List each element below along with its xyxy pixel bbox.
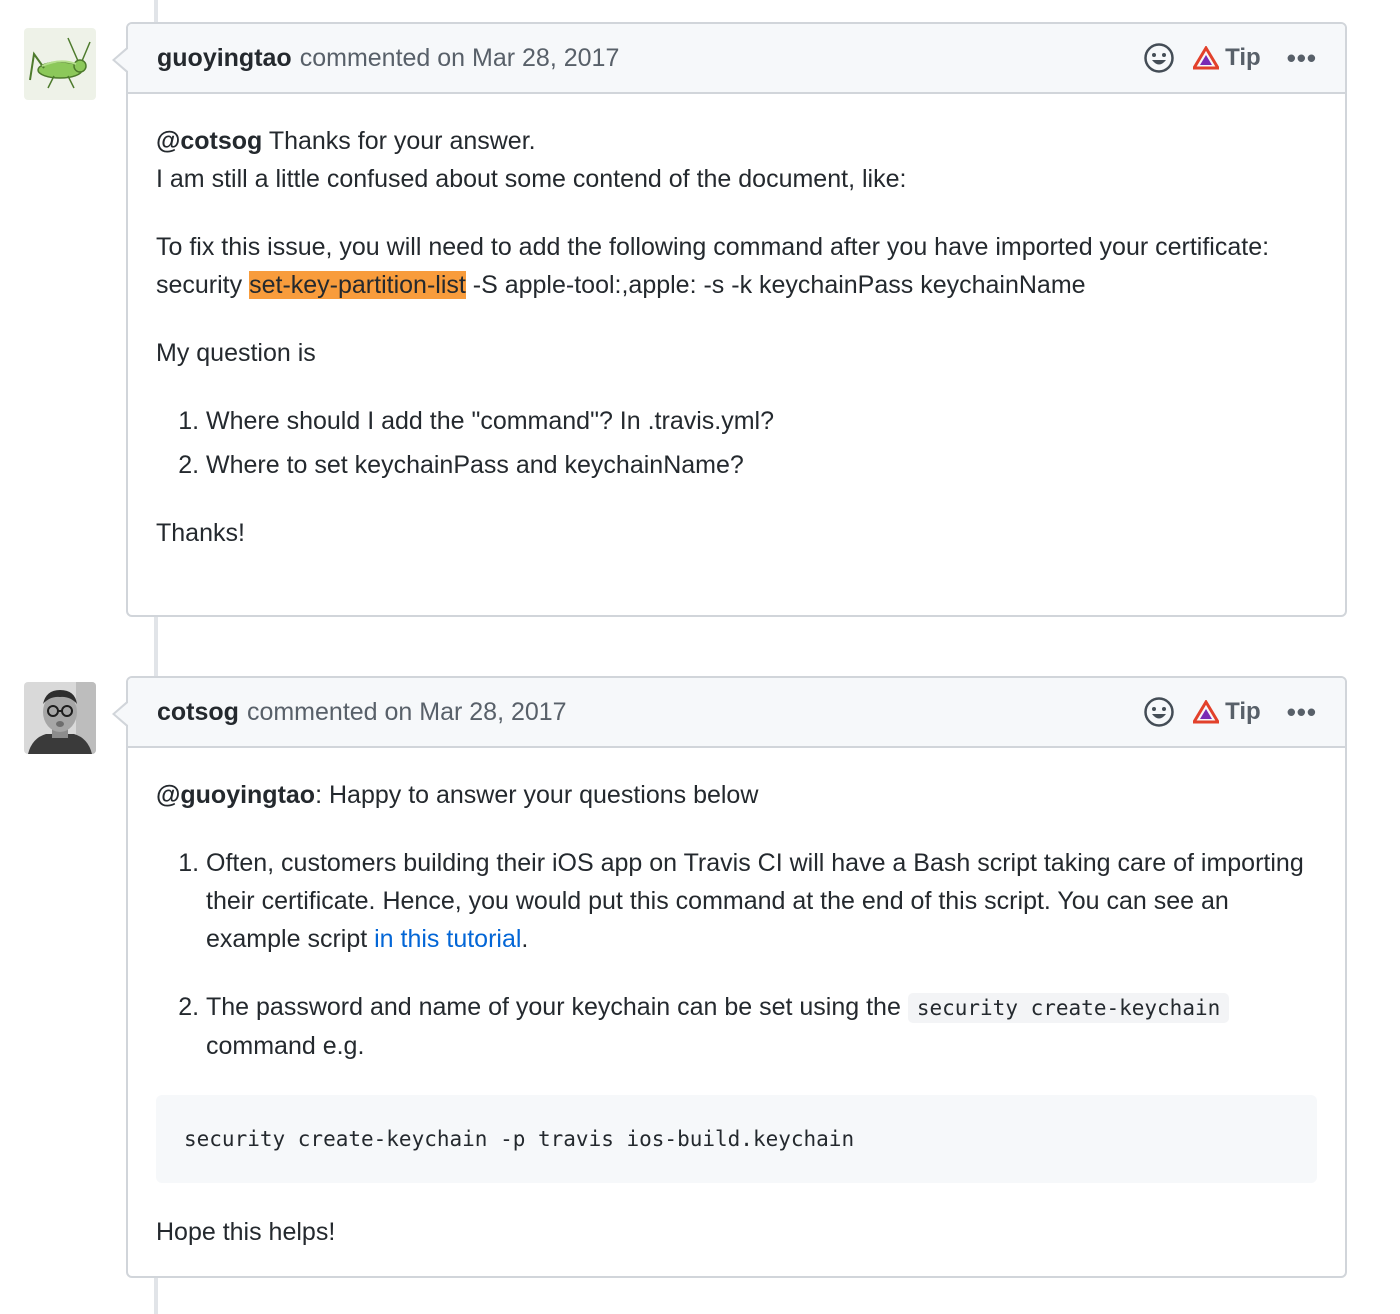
answer-list: Often, customers building their iOS app … <box>156 844 1317 1065</box>
list-item: Where should I add the "command"? In .tr… <box>206 402 1317 440</box>
smiley-icon[interactable] <box>1143 42 1175 74</box>
question-list: Where should I add the "command"? In .tr… <box>156 402 1317 484</box>
body-text: : Happy to answer your questions below <box>315 781 759 809</box>
body-text: I am still a little confused about some … <box>156 165 907 193</box>
comment-timestamp[interactable]: commented on Mar 28, 2017 <box>247 698 567 727</box>
avatar-cotsog[interactable] <box>24 682 96 754</box>
body-text: Thanks for your answer. <box>262 127 536 155</box>
body-paragraph: My question is <box>156 339 316 367</box>
bat-triangle-icon <box>1193 700 1220 724</box>
tip-label: Tip <box>1225 44 1261 71</box>
body-text: security <box>156 271 250 299</box>
tip-button[interactable]: Tip <box>1193 44 1261 72</box>
comment-header: cotsog commented on Mar 28, 2017 Tip ••• <box>128 678 1345 748</box>
body-paragraph: @cotsog Thanks for your answer. I am sti… <box>156 122 1317 198</box>
body-paragraph: @guoyingtao: Happy to answer your questi… <box>156 776 1317 814</box>
tip-label: Tip <box>1225 698 1261 725</box>
user-mention[interactable]: @cotsog <box>156 127 262 155</box>
comment-timestamp[interactable]: commented on Mar 28, 2017 <box>300 44 620 73</box>
comment-actions: Tip ••• <box>1143 42 1317 74</box>
more-options-icon[interactable]: ••• <box>1287 699 1317 725</box>
tutorial-link[interactable]: in this tutorial <box>374 925 521 953</box>
body-text: Often, customers building their iOS app … <box>206 849 1304 953</box>
avatar-guoyingtao[interactable] <box>24 28 96 100</box>
list-item: Where to set keychainPass and keychainNa… <box>206 446 1317 484</box>
body-text: The password and name of your keychain c… <box>206 993 908 1021</box>
comment-author[interactable]: cotsog <box>157 698 239 727</box>
body-text: command e.g. <box>206 1032 365 1060</box>
body-text: To fix this issue, you will need to add … <box>156 233 1270 261</box>
list-item: The password and name of your keychain c… <box>206 988 1317 1065</box>
body-paragraph: Thanks! <box>156 519 245 547</box>
comment-body: @cotsog Thanks for your answer. I am sti… <box>128 94 1345 552</box>
inline-code: security create-keychain <box>907 993 1230 1023</box>
body-text: -S apple-tool:,apple: -s -k keychainPass… <box>465 271 1086 299</box>
body-paragraph: To fix this issue, you will need to add … <box>156 228 1317 304</box>
list-item: Often, customers building their iOS app … <box>206 844 1317 958</box>
comment-box: guoyingtao commented on Mar 28, 2017 Tip <box>112 22 1347 617</box>
user-mention[interactable]: @guoyingtao <box>156 781 315 809</box>
comment-author[interactable]: guoyingtao <box>157 44 292 73</box>
comment-actions: Tip ••• <box>1143 696 1317 728</box>
person-avatar-icon <box>24 682 96 754</box>
grasshopper-avatar-icon <box>24 28 96 100</box>
smiley-icon[interactable] <box>1143 696 1175 728</box>
comment-header: guoyingtao commented on Mar 28, 2017 Tip <box>128 24 1345 94</box>
body-paragraph: Hope this helps! <box>156 1218 336 1246</box>
comment-body: @guoyingtao: Happy to answer your questi… <box>128 748 1345 1251</box>
comment-box: cotsog commented on Mar 28, 2017 Tip ••• <box>112 676 1347 1278</box>
bat-triangle-icon <box>1193 46 1220 70</box>
tip-button[interactable]: Tip <box>1193 698 1261 726</box>
code-block: security create-keychain -p travis ios-b… <box>156 1095 1317 1183</box>
highlighted-text: set-key-partition-list <box>249 271 466 299</box>
more-options-icon[interactable]: ••• <box>1287 45 1317 71</box>
